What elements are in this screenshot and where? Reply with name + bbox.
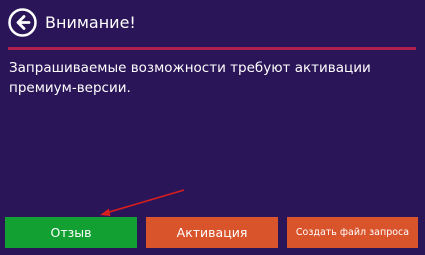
review-button-label: Отзыв (50, 225, 92, 240)
dialog-title: Внимание! (45, 13, 136, 32)
activate-button[interactable]: Активация (146, 217, 278, 248)
arrow-left-circle-icon (8, 8, 37, 37)
review-button[interactable]: Отзыв (5, 217, 137, 248)
dialog-message: Запрашиваемые возможности требуют актива… (9, 60, 371, 96)
premium-warning-dialog: Внимание! Запрашиваемые возможности треб… (0, 0, 425, 255)
activate-button-label: Активация (176, 225, 248, 240)
dialog-header: Внимание! (0, 0, 425, 46)
back-button[interactable] (8, 8, 37, 37)
header-divider (8, 47, 416, 50)
create-request-file-button[interactable]: Создать файл запроса (287, 217, 418, 248)
create-request-file-button-label: Создать файл запроса (295, 227, 410, 238)
